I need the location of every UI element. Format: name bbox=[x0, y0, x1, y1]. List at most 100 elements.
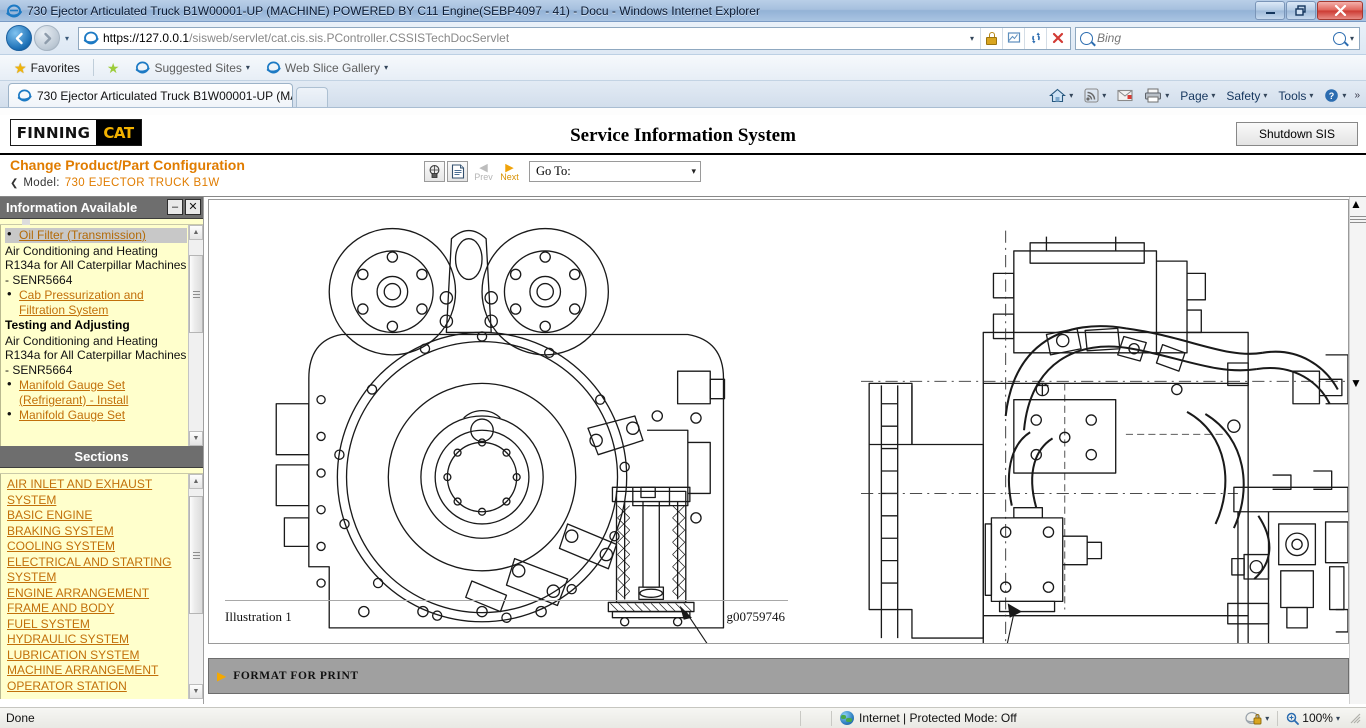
list-item[interactable]: Manifold Gauge Set (Refrigerant) - Insta… bbox=[5, 377, 187, 407]
favorites-label: Favorites bbox=[30, 60, 80, 75]
chevron-down-icon: ▾ bbox=[1342, 91, 1347, 100]
chevron-down-icon: ▾ bbox=[1263, 91, 1268, 100]
restore-button[interactable] bbox=[1286, 1, 1316, 20]
chevron-down-icon: ▾ bbox=[1165, 91, 1170, 100]
new-tab-button[interactable] bbox=[296, 87, 328, 107]
search-input[interactable]: Bing bbox=[1093, 31, 1329, 45]
search-provider-caret-icon[interactable]: ▾ bbox=[1350, 34, 1359, 43]
list-item[interactable]: Oil Filter (Transmission) bbox=[5, 227, 187, 243]
information-available-scrollbar[interactable]: ▲ ▼ bbox=[188, 225, 203, 446]
sections-scrollbar[interactable]: ▲ ▼ bbox=[188, 474, 203, 699]
minimize-button[interactable] bbox=[1255, 1, 1285, 20]
sidebar-item-engine-arrangement[interactable]: ENGINE ARRANGEMENT bbox=[5, 586, 187, 602]
panel-close-button[interactable]: ✕ bbox=[185, 199, 201, 215]
safety-menu-label: Safety bbox=[1226, 88, 1261, 103]
read-mail-button[interactable] bbox=[1112, 87, 1138, 104]
format-for-print-bar[interactable]: ▶ FORMAT FOR PRINT bbox=[208, 658, 1349, 694]
parts-book-icon[interactable] bbox=[424, 161, 445, 182]
help-menu-button[interactable]: ? ▾ bbox=[1319, 86, 1351, 105]
info-item-label[interactable]: Cab Pressurization and Filtration System bbox=[19, 288, 144, 317]
sections-items: AIR INLET AND EXHAUST SYSTEM BASIC ENGIN… bbox=[1, 474, 203, 697]
sidebar-item-air-inlet-and-exhaust-system[interactable]: AIR INLET AND EXHAUST SYSTEM bbox=[5, 477, 187, 508]
security-zone-indicator[interactable]: Internet | Protected Mode: Off bbox=[832, 711, 1025, 725]
scroll-down-arrow-icon[interactable]: ▼ bbox=[1350, 376, 1366, 393]
caption-divider bbox=[225, 600, 788, 601]
web-slice-gallery-button[interactable]: Web Slice Gallery ▾ bbox=[260, 58, 394, 77]
add-to-favorites-bar-button[interactable]: ★ bbox=[101, 59, 126, 77]
scrollbar-thumb[interactable] bbox=[189, 255, 203, 333]
home-button[interactable]: ▾ bbox=[1044, 86, 1078, 105]
sidebar-item-basic-engine[interactable]: BASIC ENGINE bbox=[5, 508, 187, 524]
status-bar-right: ▾ 100% ▾ bbox=[1239, 710, 1366, 726]
sidebar-item-cooling-system[interactable]: COOLING SYSTEM bbox=[5, 539, 187, 555]
scroll-up-arrow-icon[interactable]: ▲ bbox=[189, 474, 203, 489]
browser-window: 730 Ejector Articulated Truck B1W00001-U… bbox=[0, 0, 1366, 728]
scroll-down-arrow-icon[interactable]: ▼ bbox=[189, 684, 203, 699]
sidebar-item-operator-station[interactable]: OPERATOR STATION bbox=[5, 679, 187, 695]
security-lock-icon[interactable] bbox=[980, 27, 1002, 49]
sidebar-item-braking-system[interactable]: BRAKING SYSTEM bbox=[5, 524, 187, 540]
divider bbox=[800, 710, 801, 726]
sidebar-item-lubrication-system[interactable]: LUBRICATION SYSTEM bbox=[5, 648, 187, 664]
stop-button[interactable] bbox=[1046, 27, 1068, 49]
information-available-items: Oil Filter (Transmission) Air Conditioni… bbox=[1, 225, 203, 427]
sidebar-item-hydraulic-system[interactable]: HYDRAULIC SYSTEM bbox=[5, 632, 187, 648]
refresh-button[interactable] bbox=[1024, 27, 1046, 49]
chevron-down-icon: ▾ bbox=[1102, 91, 1107, 100]
sidebar-item-frame-and-body[interactable]: FRAME AND BODY bbox=[5, 601, 187, 617]
address-dropdown-caret-icon[interactable]: ▾ bbox=[964, 28, 980, 49]
forward-button[interactable] bbox=[34, 25, 60, 51]
collapse-arrow-icon[interactable]: ❮ bbox=[10, 178, 18, 189]
document-scrollbar[interactable]: ▲ ▼ bbox=[1349, 197, 1366, 704]
feeds-button[interactable]: ▾ bbox=[1079, 86, 1111, 105]
sidebar-item-electrical-and-starting-system[interactable]: ELECTRICAL AND STARTING SYSTEM bbox=[5, 555, 187, 586]
list-item[interactable]: Cab Pressurization and Filtration System bbox=[5, 287, 187, 317]
print-button[interactable]: ▾ bbox=[1139, 86, 1174, 105]
safety-menu-button[interactable]: Safety ▾ bbox=[1221, 87, 1272, 105]
info-item-label[interactable]: Oil Filter (Transmission) bbox=[19, 228, 146, 242]
scroll-up-arrow-icon[interactable]: ▲ bbox=[1350, 197, 1366, 214]
list-item: Air Conditioning and Heating R134a for A… bbox=[5, 243, 187, 287]
sis-header: FINNING CAT Service Information System S… bbox=[0, 115, 1366, 155]
chevron-down-icon: ▾ bbox=[1309, 91, 1314, 100]
chevron-down-icon: ▾ bbox=[245, 63, 250, 72]
info-item-label[interactable]: Manifold Gauge Set (Refrigerant) - Insta… bbox=[19, 378, 128, 407]
scrollbar-thumb[interactable] bbox=[189, 496, 203, 614]
suggested-sites-label: Suggested Sites bbox=[154, 60, 242, 75]
favorites-button[interactable]: ★ Favorites bbox=[8, 59, 86, 77]
suggested-sites-button[interactable]: Suggested Sites ▾ bbox=[129, 58, 255, 77]
scroll-up-arrow-icon[interactable]: ▲ bbox=[189, 225, 203, 240]
model-label: Model: bbox=[23, 177, 60, 189]
close-button[interactable] bbox=[1317, 1, 1363, 20]
recent-pages-caret-icon[interactable]: ▾ bbox=[60, 25, 74, 51]
scrollbar-thumb[interactable] bbox=[1350, 216, 1366, 376]
zoom-control[interactable]: 100% ▾ bbox=[1280, 711, 1346, 725]
window-resize-grip[interactable] bbox=[1348, 711, 1362, 725]
scroll-down-arrow-icon[interactable]: ▼ bbox=[189, 431, 203, 446]
format-for-print-label[interactable]: FORMAT FOR PRINT bbox=[233, 670, 358, 682]
sidebar-item-fuel-system[interactable]: FUEL SYSTEM bbox=[5, 617, 187, 633]
change-product-config-link[interactable]: Change Product/Part Configuration bbox=[10, 157, 245, 173]
address-bar[interactable]: https://127.0.0.1/sisweb/servlet/cat.cis… bbox=[78, 26, 1071, 50]
panel-minimize-button[interactable]: – bbox=[167, 199, 183, 215]
back-button[interactable] bbox=[6, 25, 32, 51]
tools-menu-button[interactable]: Tools ▾ bbox=[1273, 87, 1318, 105]
info-item-label[interactable]: Manifold Gauge Set bbox=[19, 408, 125, 422]
overflow-icon[interactable]: » bbox=[1352, 90, 1362, 101]
shutdown-sis-button[interactable]: Shutdown SIS bbox=[1235, 122, 1358, 146]
prev-button[interactable]: ◀ Prev bbox=[472, 163, 495, 183]
list-item[interactable]: Manifold Gauge Set bbox=[5, 407, 187, 423]
goto-select[interactable]: Go To: ▾ bbox=[529, 161, 701, 182]
chevron-down-icon[interactable]: ▾ bbox=[1265, 714, 1269, 723]
document-icon[interactable] bbox=[447, 161, 468, 182]
next-button[interactable]: ▶ Next bbox=[498, 163, 521, 183]
sis-toolbar: ◀ Prev ▶ Next Go To: ▾ bbox=[424, 161, 701, 182]
search-box[interactable]: Bing ▾ bbox=[1075, 26, 1360, 50]
search-go-icon[interactable] bbox=[1332, 31, 1346, 45]
chevron-down-icon[interactable]: ▾ bbox=[1336, 714, 1340, 723]
privacy-report-button[interactable]: ▾ bbox=[1239, 711, 1275, 725]
compatibility-view-icon[interactable] bbox=[1002, 27, 1024, 49]
sidebar-item-machine-arrangement[interactable]: MACHINE ARRANGEMENT bbox=[5, 663, 187, 679]
tab-active[interactable]: 730 Ejector Articulated Truck B1W00001-U… bbox=[8, 83, 293, 107]
page-menu-button[interactable]: Page ▾ bbox=[1175, 87, 1220, 105]
